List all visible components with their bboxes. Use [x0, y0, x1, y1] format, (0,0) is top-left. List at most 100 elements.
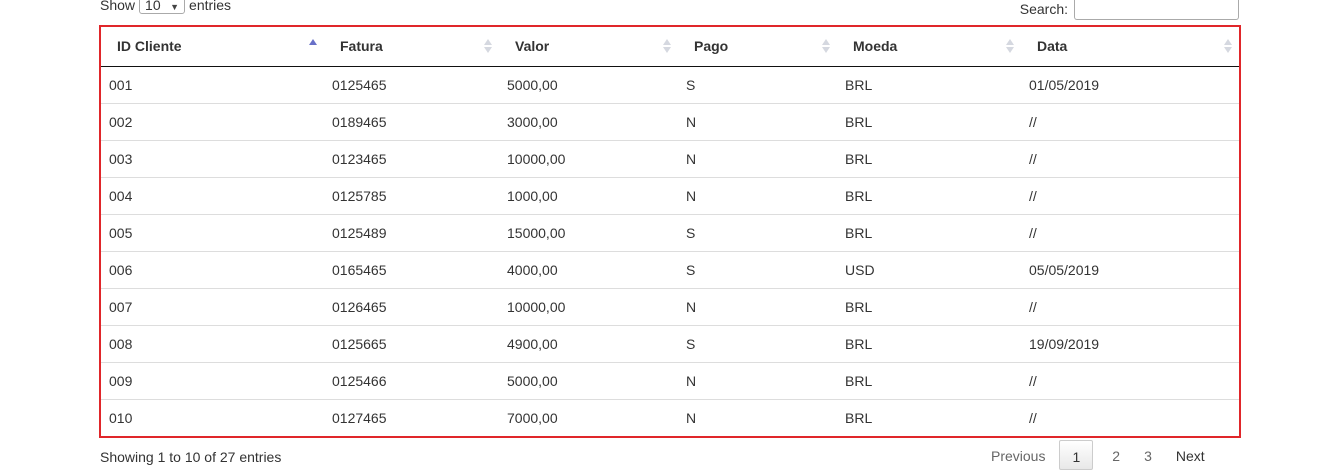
- cell-moeda: BRL: [845, 76, 873, 93]
- table-info: Showing 1 to 10 of 27 entries: [100, 449, 282, 465]
- length-suffix-label: entries: [189, 0, 232, 13]
- cell-id-cliente: 004: [101, 176, 324, 214]
- cell-valor: 5000,00: [507, 76, 558, 93]
- cell-data: //: [1021, 213, 1239, 251]
- cell-data: //: [1021, 287, 1239, 325]
- table-row: 001 0125465 5000,00 S BRL 01/05/2019: [101, 66, 1239, 103]
- cell-fatura: 0125785: [324, 176, 499, 214]
- cell-valor: 10000,00: [499, 139, 678, 177]
- column-header-label: ID Cliente: [117, 38, 182, 55]
- column-header-moeda[interactable]: Moeda: [837, 27, 1021, 67]
- cell-id-cliente: 009: [101, 361, 324, 399]
- column-header-fatura[interactable]: Fatura: [324, 27, 499, 67]
- cell-pago: S: [678, 250, 837, 288]
- pagination: Previous 1 2 3 Next: [979, 440, 1217, 470]
- cell-valor: 10000,00: [499, 287, 678, 325]
- column-header-valor[interactable]: Valor: [499, 27, 678, 67]
- sort-both-icon: [822, 38, 831, 54]
- data-table-highlight-frame: ID Cliente Fatura Valor Pago Moeda Data 001 01…: [99, 25, 1241, 438]
- cell-moeda: BRL: [837, 139, 1021, 177]
- cell-id-cliente: 002: [101, 102, 324, 140]
- column-header-label: Data: [1037, 38, 1068, 55]
- cell-moeda: BRL: [837, 287, 1021, 325]
- cell-id-cliente: 006: [101, 250, 324, 288]
- column-header-pago[interactable]: Pago: [678, 27, 837, 67]
- cell-valor: 4000,00: [499, 250, 678, 288]
- column-header-label: Moeda: [853, 38, 898, 55]
- cell-data: 01/05/2019: [1029, 76, 1100, 93]
- pagination-next-button[interactable]: Next: [1164, 440, 1217, 470]
- cell-pago: N: [678, 102, 837, 140]
- cell-valor: 15000,00: [499, 213, 678, 251]
- column-header-data[interactable]: Data: [1021, 27, 1239, 67]
- cell-id-cliente: 010: [101, 398, 324, 436]
- cell-pago: N: [678, 361, 837, 399]
- sort-both-icon: [663, 38, 672, 54]
- cell-fatura: 0125465: [332, 76, 387, 93]
- cell-data: //: [1021, 139, 1239, 177]
- table-body: 001 0125465 5000,00 S BRL 01/05/2019 002 018946…: [101, 66, 1239, 436]
- cell-valor: 7000,00: [499, 398, 678, 436]
- entries-length-control: Show 10 ▼ entries: [100, 0, 231, 15]
- cell-valor: 3000,00: [499, 102, 678, 140]
- cell-data: //: [1021, 398, 1239, 436]
- chevron-down-icon: ▼: [170, 2, 180, 12]
- cell-pago: N: [678, 287, 837, 325]
- length-prefix-label: Show: [100, 0, 136, 13]
- cell-moeda: BRL: [837, 398, 1021, 436]
- search-control: Search:: [1020, 0, 1239, 20]
- cell-id-cliente: 003: [101, 139, 324, 177]
- column-header-label: Pago: [694, 38, 729, 55]
- cell-moeda: BRL: [837, 102, 1021, 140]
- column-header-label: Fatura: [340, 38, 383, 55]
- cell-id-cliente: 005: [101, 213, 324, 251]
- cell-valor: 4900,00: [499, 324, 678, 362]
- cell-fatura: 0165465: [324, 250, 499, 288]
- cell-pago: S: [686, 76, 696, 93]
- table-row: 007 0126465 10000,00 N BRL//: [101, 287, 1239, 325]
- column-header-label: Valor: [515, 38, 550, 55]
- cell-pago: S: [678, 213, 837, 251]
- cell-id-cliente: 007: [101, 287, 324, 325]
- table-header-row: ID Cliente Fatura Valor Pago Moeda Data: [101, 27, 1239, 67]
- cell-fatura: 0125489: [324, 213, 499, 251]
- table-row: 005 0125489 15000,00 S BRL//: [101, 213, 1239, 251]
- entries-per-page-select[interactable]: 10 ▼: [139, 0, 186, 14]
- pagination-page-button[interactable]: 3: [1132, 440, 1164, 470]
- cell-pago: N: [678, 139, 837, 177]
- table-row: 010 0127465 7000,00 N BRL//: [101, 398, 1239, 436]
- cell-data: //: [1021, 102, 1239, 140]
- cell-data: 19/09/2019: [1021, 324, 1239, 362]
- cell-moeda: USD: [837, 250, 1021, 288]
- cell-moeda: BRL: [837, 176, 1021, 214]
- data-table: ID Cliente Fatura Valor Pago Moeda Data 001 01…: [101, 27, 1239, 436]
- cell-moeda: BRL: [837, 213, 1021, 251]
- cell-valor: 1000,00: [499, 176, 678, 214]
- cell-data: //: [1021, 176, 1239, 214]
- pagination-page-button[interactable]: 2: [1100, 440, 1132, 470]
- table-row: 006 0165465 4000,00 S USD 05/05/2019: [101, 250, 1239, 288]
- cell-fatura: 0127465: [324, 398, 499, 436]
- cell-fatura: 0126465: [324, 287, 499, 325]
- entries-per-page-value: 10: [145, 0, 161, 13]
- cell-fatura: 0125665: [324, 324, 499, 362]
- cell-pago: N: [678, 176, 837, 214]
- table-row: 009 0125466 5000,00 N BRL//: [101, 361, 1239, 399]
- pagination-page-button[interactable]: 1: [1059, 440, 1094, 470]
- table-row: 003 0123465 10000,00 N BRL//: [101, 139, 1239, 177]
- cell-moeda: BRL: [837, 324, 1021, 362]
- pagination-previous-button[interactable]: Previous: [979, 440, 1057, 470]
- table-row: 008 0125665 4900,00 S BRL 19/09/2019: [101, 324, 1239, 362]
- cell-fatura: 0123465: [324, 139, 499, 177]
- cell-data: 05/05/2019: [1021, 250, 1239, 288]
- table-row: 002 0189465 3000,00 N BRL//: [101, 102, 1239, 140]
- sort-both-icon: [1006, 38, 1015, 54]
- column-header-id-cliente[interactable]: ID Cliente: [101, 27, 324, 67]
- sort-both-icon: [484, 38, 493, 54]
- cell-pago: N: [678, 398, 837, 436]
- cell-data: //: [1021, 361, 1239, 399]
- search-input[interactable]: [1074, 0, 1239, 20]
- cell-valor: 5000,00: [499, 361, 678, 399]
- table-controls: Show 10 ▼ entries Search:: [0, 0, 1340, 22]
- cell-id-cliente: 001: [109, 76, 133, 93]
